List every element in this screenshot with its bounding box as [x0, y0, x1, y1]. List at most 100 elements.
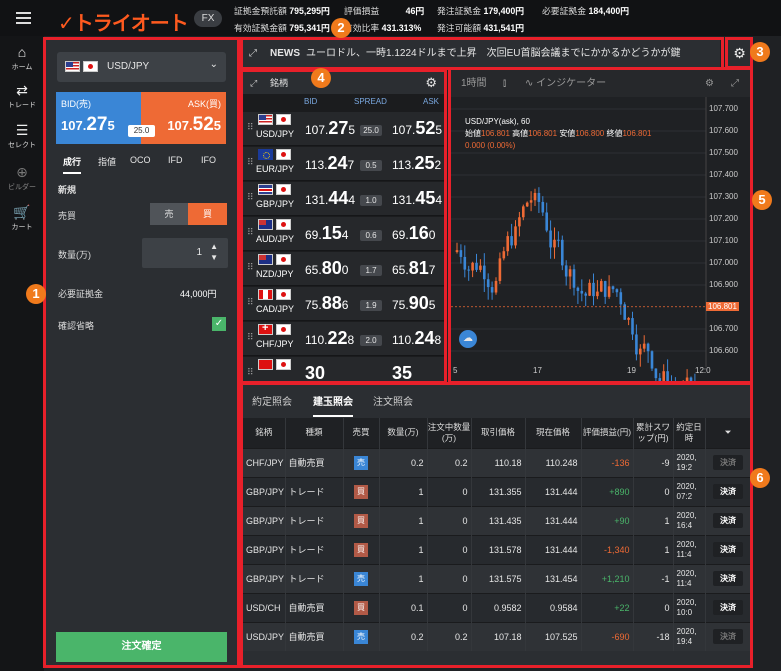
tab-ifd[interactable]: IFD [168, 155, 183, 165]
tab-positions[interactable]: 建玉照会 [313, 393, 353, 417]
ask-price[interactable]: 110.248 [392, 328, 441, 349]
stat-effective-ratio: 有効比率 431.313% [344, 23, 422, 33]
bid-price[interactable]: 131.444 [305, 188, 355, 209]
chart-logo-icon[interactable]: ☁ [459, 330, 477, 348]
drag-handle-icon[interactable]: ⠿ [247, 297, 254, 308]
table-row[interactable]: GBP/JPY トレード買 1 0 131.355 131.444 +890 0 2020, 07… [243, 476, 752, 506]
col-header-1: 種類 [285, 418, 344, 448]
candle-body [490, 287, 494, 293]
bid-label: BID(売) [61, 99, 91, 109]
rate-row-usd-jpy[interactable]: ⠿ USD/JPY 107.275 25.0 107.525 [243, 112, 444, 146]
hamburger-menu-icon[interactable] [16, 12, 31, 24]
ask-price[interactable]: 107.525 [392, 118, 442, 139]
table-row[interactable]: USD/CH 自動売買買 0.1 0 0.9582 0.9584 +22 0 2020, 10:0… [243, 592, 752, 622]
sell-toggle[interactable]: 売 [150, 203, 188, 225]
settle-button[interactable]: 決済 [713, 484, 743, 499]
stat-available: 発注可能額 431,541円 [437, 23, 525, 33]
quantity-stepper[interactable]: 1 ▲ ▼ [142, 238, 228, 268]
ask-int: 113. [392, 158, 415, 172]
ask-price[interactable]: 75.905 [392, 293, 435, 314]
bid-price[interactable]: 113.247 [305, 153, 354, 174]
product-badge[interactable]: FX [194, 10, 222, 27]
bid-price[interactable]: 107.275 [305, 118, 355, 139]
table-row[interactable]: GBP/JPY トレード買 1 0 131.435 131.444 +90 1 2020, 16:… [243, 505, 752, 535]
expand-icon[interactable]: ⤢ [250, 72, 257, 94]
table-row[interactable]: USD/JPY 自動売買売 0.2 0.2 107.18 107.525 -690 -18 20… [243, 621, 752, 651]
rate-row-try[interactable]: ⠿ 30 35 [243, 357, 444, 382]
candle-body [658, 378, 662, 382]
bid-small: 6 [341, 298, 349, 312]
table-row[interactable]: CHF/JPY 自動売買売 0.2 0.2 110.18 110.248 -136 -9 202… [243, 447, 752, 477]
settle-button[interactable]: 決済 [713, 600, 743, 615]
gear-icon[interactable]: ⚙ [728, 40, 751, 67]
buy-toggle[interactable]: 買 [188, 203, 227, 225]
skip-confirm-checkbox[interactable]: ✓ [212, 317, 226, 331]
nav-select[interactable]: ☰ セレクト [0, 122, 44, 150]
tab-limit[interactable]: 指値 [98, 155, 116, 168]
rate-row-gbp-jpy[interactable]: ⠿ GBP/JPY 131.444 1.0 131.454 [243, 182, 444, 216]
fullscreen-icon[interactable]: ⤢ [731, 70, 739, 97]
bid-price[interactable]: 69.154 [305, 223, 348, 244]
interval-select[interactable]: 1時間 [461, 70, 487, 97]
confirm-order-button[interactable]: 注文確定 [56, 632, 227, 662]
settle-button[interactable]: 決済 [713, 542, 743, 557]
gear-icon[interactable]: ⚙ [425, 72, 437, 94]
candle-body [561, 239, 564, 266]
ask-price[interactable]: 35 [392, 363, 412, 382]
expand-icon[interactable]: ⤢ [249, 40, 257, 68]
drag-handle-icon[interactable]: ⠿ [247, 157, 254, 168]
drag-handle-icon[interactable]: ⠿ [247, 122, 254, 133]
news-ticker[interactable]: ⤢ NEWS ユーロドル、一時1.1224ドルまで上昇 次回EU首脳会議までにか… [243, 40, 720, 68]
chart-settings-icon[interactable]: ⚙ [705, 70, 714, 97]
pair-select[interactable]: USD/JPY ⌄ [57, 52, 226, 82]
x-tick-label: 5 [453, 366, 458, 375]
drag-handle-icon[interactable]: ⠿ [247, 227, 254, 238]
filter-icon[interactable]: ⏷ [705, 418, 752, 448]
settle-button[interactable]: 決済 [713, 629, 743, 645]
bid-price[interactable]: 75.886 [305, 293, 348, 314]
table-row[interactable]: GBP/JPY トレード売 1 0 131.575 131.454 +1,210 -1 2020… [243, 563, 752, 593]
date-line: 2020, [676, 597, 697, 607]
nav-home[interactable]: ⌂ ホーム [0, 44, 44, 72]
drag-handle-icon[interactable]: ⠿ [247, 192, 254, 203]
ask-price[interactable]: 113.252 [392, 153, 441, 174]
drag-handle-icon[interactable]: ⠿ [247, 367, 254, 378]
ask-price[interactable]: 131.454 [392, 188, 442, 209]
indicator-button[interactable]: ∿ インジケーター [525, 70, 606, 97]
candle-body [611, 286, 615, 290]
ask-price[interactable]: 65.817 [392, 258, 435, 279]
ask-price[interactable]: 69.160 [392, 223, 435, 244]
cell-current: 131.444 [525, 534, 582, 564]
tab-orders[interactable]: 注文照会 [373, 393, 413, 408]
settle-button[interactable]: 決済 [713, 571, 743, 586]
bid-price[interactable]: 110.228 [305, 328, 354, 349]
builder-icon: ⊕ [16, 164, 28, 180]
stat-deposit: 証拠金預託額 795,295円 [234, 6, 330, 16]
nav-trade[interactable]: ⇄ トレード [0, 82, 44, 110]
ask-big: 25 [414, 153, 435, 173]
rate-row-nzd-jpy[interactable]: ⠿ NZD/JPY 65.800 1.7 65.817 [243, 252, 444, 286]
rate-row-chf-jpy[interactable]: ⠿ CHF/JPY110.2282.0110.248 [243, 322, 444, 356]
bid-price[interactable]: 65.800 [305, 258, 348, 279]
rate-row-cad-jpy[interactable]: ⠿ CAD/JPY 75.886 1.9 75.905 [243, 287, 444, 321]
candle-type-icon[interactable]: ⫾ [503, 70, 506, 97]
tab-oco[interactable]: OCO [130, 155, 151, 165]
tab-executions[interactable]: 約定照会 [252, 393, 292, 408]
cell-current: 131.444 [525, 505, 582, 535]
cell-pending: 0 [427, 563, 472, 593]
drag-handle-icon[interactable]: ⠿ [247, 332, 254, 343]
tab-ifo[interactable]: IFO [201, 155, 216, 165]
rate-row-eur-jpy[interactable]: ⠿ EUR/JPY 113.247 0.5 113.252 [243, 147, 444, 181]
nav-cart[interactable]: 🛒 カート [0, 204, 44, 232]
settle-button[interactable]: 決済 [713, 455, 743, 470]
settle-button[interactable]: 決済 [713, 513, 743, 528]
stepper-arrows-icon[interactable]: ▲ ▼ [210, 241, 218, 263]
bid-price[interactable]: 30 [305, 363, 325, 382]
nav-builder[interactable]: ⊕ ビルダー [0, 164, 44, 192]
chevron-down-icon: ⌄ [209, 59, 218, 70]
drag-handle-icon[interactable]: ⠿ [247, 262, 254, 273]
tab-market[interactable]: 成行 [63, 155, 82, 174]
table-row[interactable]: GBP/JPY トレード買 1 0 131.578 131.444 -1,340 1 2020,… [243, 534, 752, 564]
bid-small: 7 [347, 158, 355, 172]
rate-row-aud-jpy[interactable]: ⠿ AUD/JPY 69.154 0.6 69.160 [243, 217, 444, 251]
